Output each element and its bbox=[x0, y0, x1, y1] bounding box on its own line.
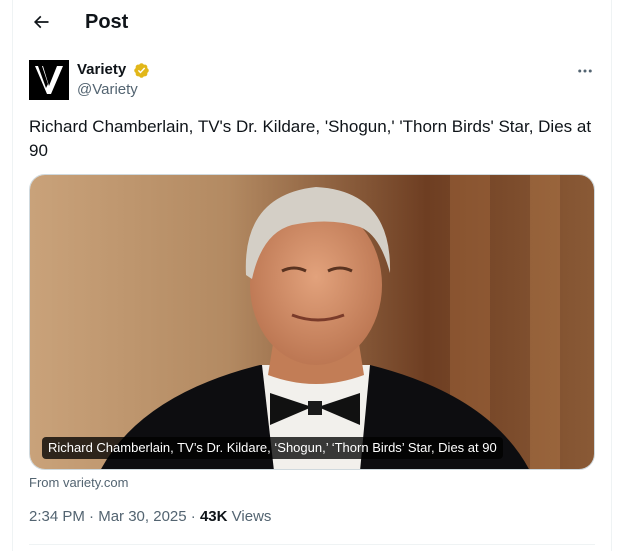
variety-logo-icon bbox=[29, 60, 69, 100]
tweet-date[interactable]: Mar 30, 2025 bbox=[98, 508, 186, 525]
link-card-image[interactable]: Richard Chamberlain, TV’s Dr. Kildare, ‘… bbox=[29, 174, 595, 470]
meta-separator: · bbox=[190, 508, 196, 525]
source-link[interactable]: From variety.com bbox=[29, 475, 128, 491]
views-count: 43K bbox=[199, 508, 228, 525]
more-horizontal-icon bbox=[578, 69, 592, 73]
image-caption: Richard Chamberlain, TV’s Dr. Kildare, ‘… bbox=[42, 437, 503, 459]
tweet-time[interactable]: 2:34 PM bbox=[29, 508, 85, 525]
tweet-text: Richard Chamberlain, TV's Dr. Kildare, '… bbox=[29, 117, 592, 160]
views-label: Views bbox=[231, 508, 272, 525]
author-name[interactable]: Variety bbox=[77, 61, 126, 79]
tweet-meta: 2:34 PM · Mar 30, 2025 · 43K Views bbox=[29, 507, 271, 527]
avatar[interactable] bbox=[29, 60, 69, 100]
timeline-right-border bbox=[611, 0, 612, 551]
meta-separator: · bbox=[89, 508, 95, 525]
divider bbox=[29, 544, 595, 545]
more-button[interactable] bbox=[572, 58, 598, 84]
back-button[interactable] bbox=[27, 8, 55, 36]
arrow-left-icon bbox=[33, 15, 49, 29]
portrait-photo bbox=[30, 175, 594, 469]
page-title: Post bbox=[85, 11, 129, 33]
verified-badge-icon bbox=[134, 63, 149, 78]
timeline-left-border bbox=[12, 0, 13, 551]
page-header: Post bbox=[13, 0, 611, 44]
author-handle[interactable]: @Variety bbox=[77, 81, 138, 99]
